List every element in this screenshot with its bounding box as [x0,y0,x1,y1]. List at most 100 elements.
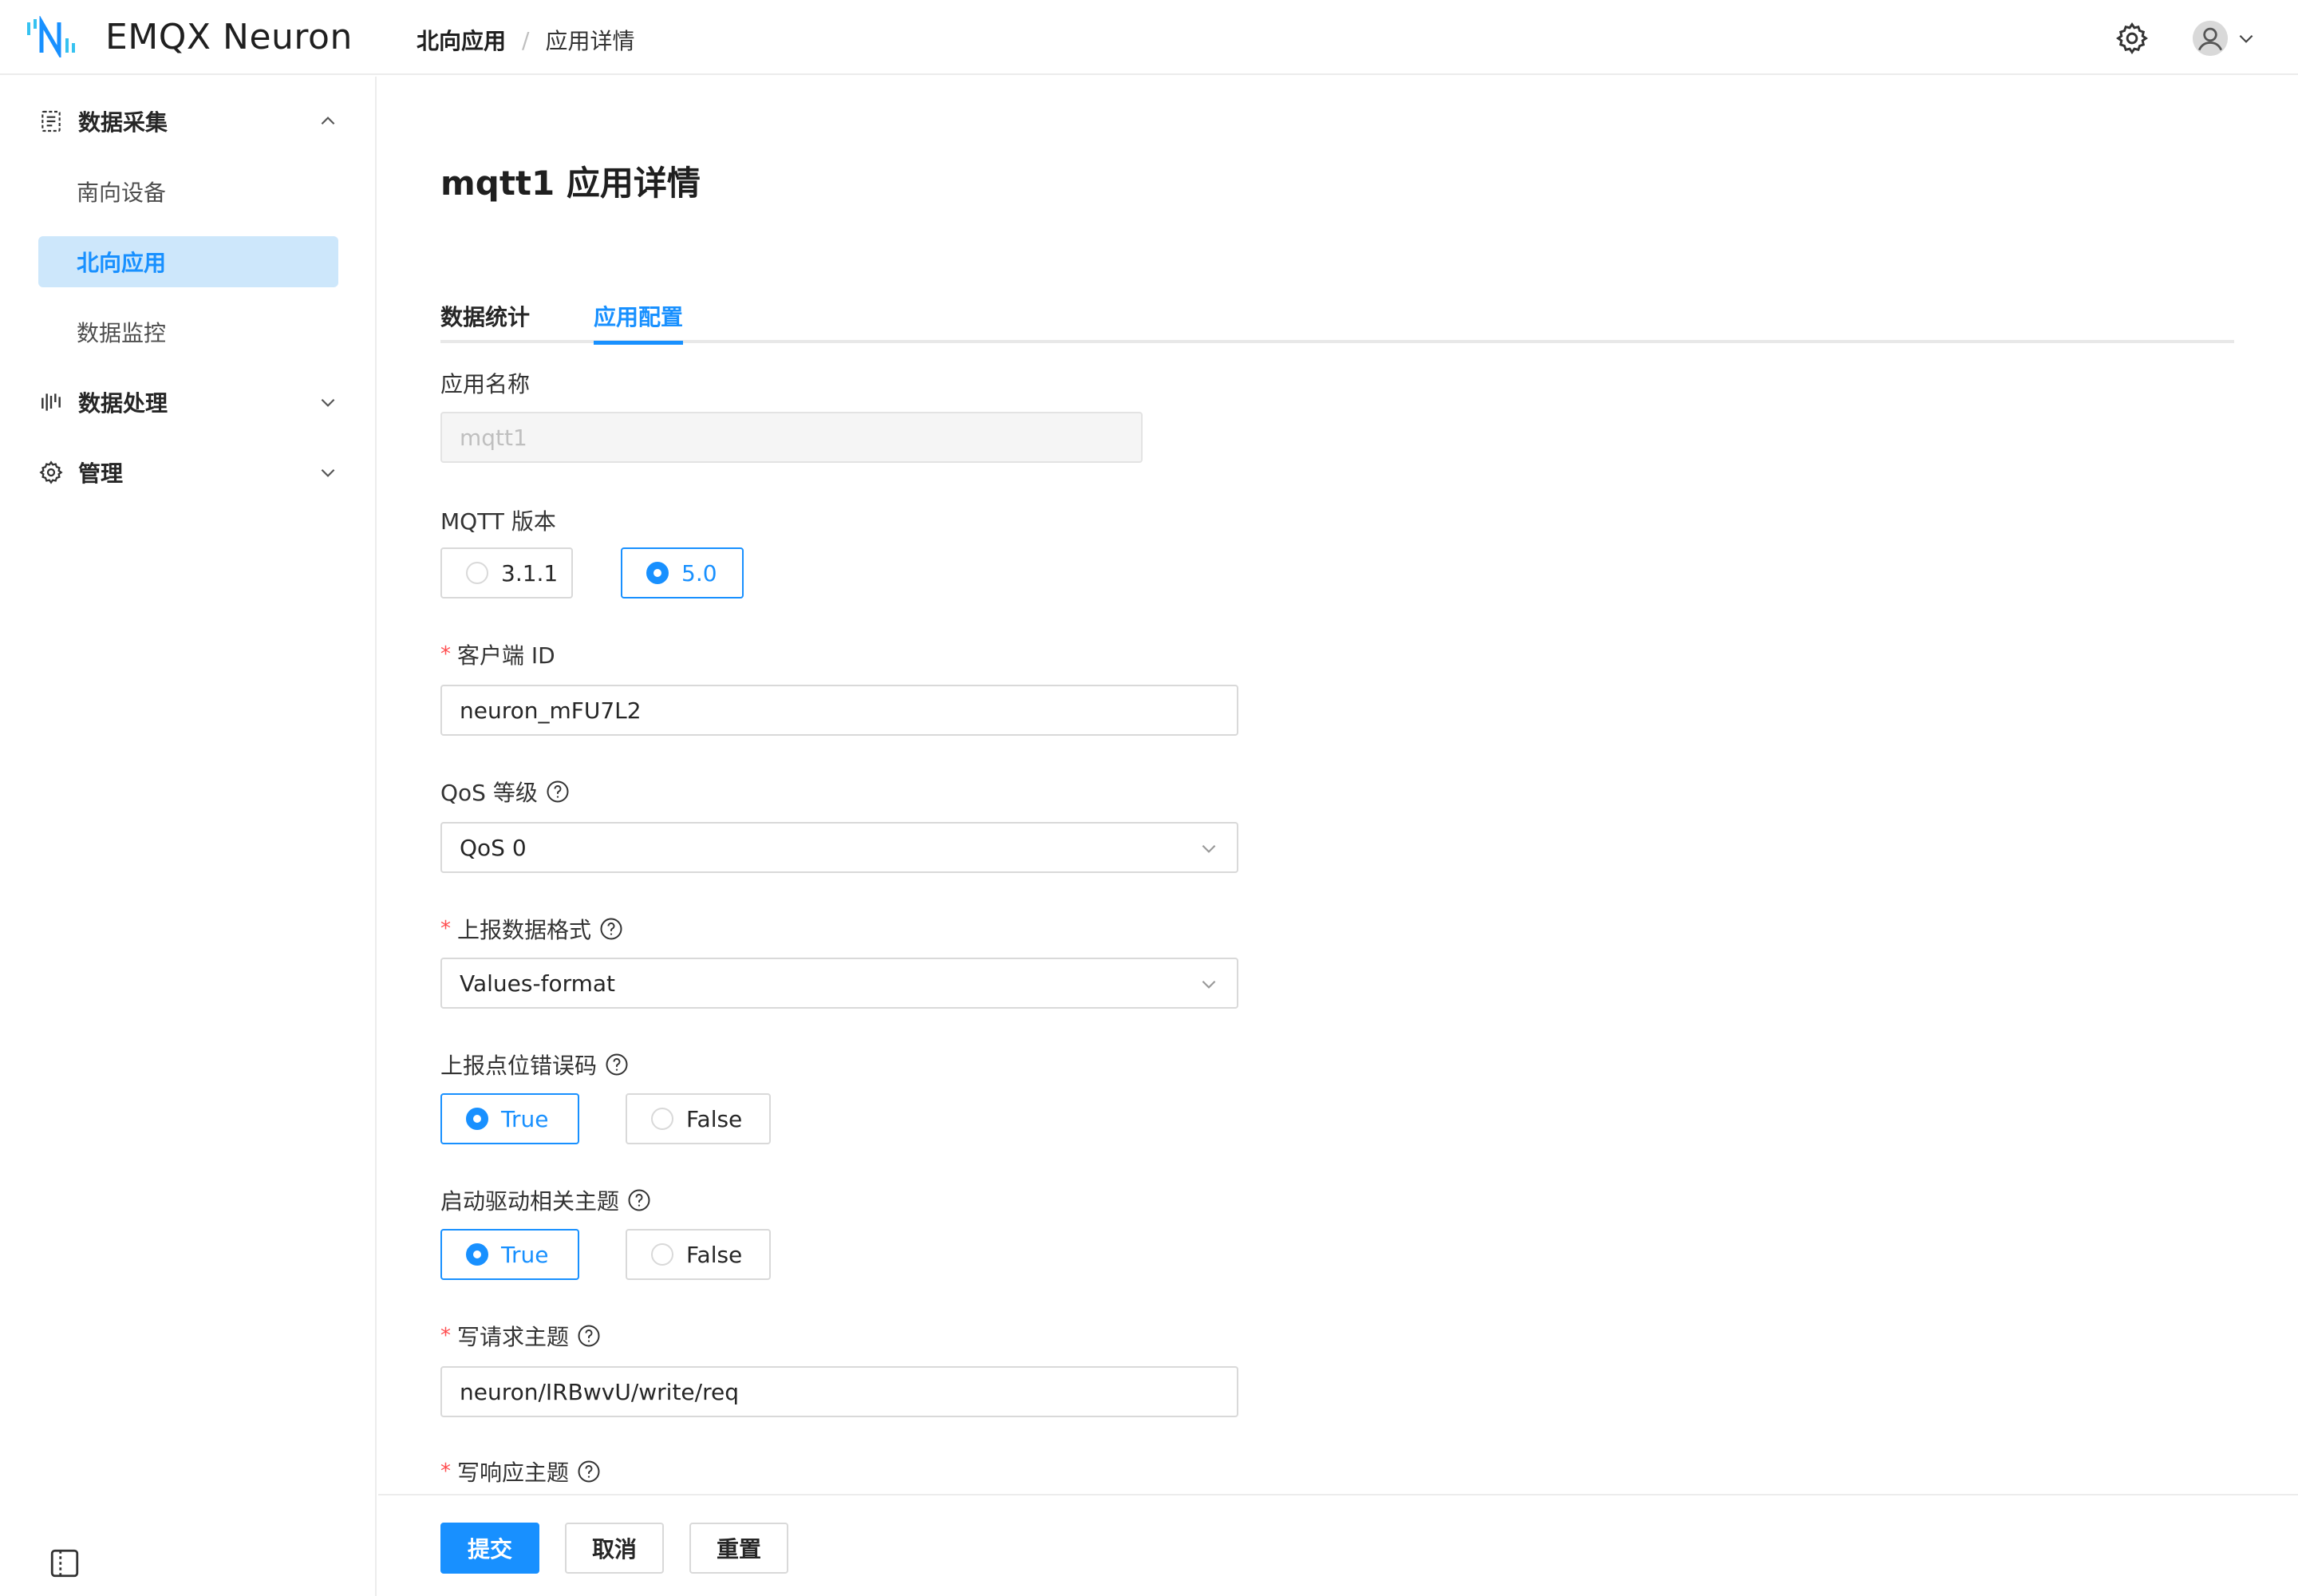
mqtt-version-radio-311[interactable]: 3.1.1 [440,547,573,598]
radio-label: 3.1.1 [501,559,559,587]
sidebar-item-south-devices[interactable]: 南向设备 [38,166,338,217]
breadcrumb-current: 应用详情 [545,28,635,54]
mqtt-version-label-text: MQTT 版本 [440,508,556,535]
sidebar-item-label: 数据监控 [77,320,167,346]
brand-logo[interactable]: EMQX Neuron [26,14,353,59]
report-error-code-radio-false[interactable]: False [626,1093,771,1144]
help-circle-icon[interactable] [627,1188,651,1212]
user-avatar-icon [2193,21,2228,56]
client-id-label-text: 客户端 ID [457,642,555,669]
driver-topics-radio-false[interactable]: False [626,1229,771,1280]
write-req-topic-value: neuron/IRBwvU/write/req [460,1378,739,1405]
app-name-input: mqtt1 [440,412,1143,463]
radio-checked-icon [646,562,669,584]
main-content: mqtt1 应用详情 数据统计 应用配置 应用名称 mqtt1 MQTT 版本 … [378,77,2298,1596]
chevron-down-icon [321,398,335,407]
write-req-topic-label: * 写请求主题 [440,1320,601,1352]
neuron-logo-icon [27,16,75,57]
data-processing-icon [41,393,61,411]
cancel-button[interactable]: 取消 [565,1523,664,1574]
report-error-code-label-text: 上报点位错误码 [440,1053,598,1079]
required-mark: * [440,1460,451,1483]
qos-value: QoS 0 [460,834,527,861]
client-id-input[interactable]: neuron_mFU7L2 [440,685,1238,736]
report-format-label: * 上报数据格式 [440,913,623,945]
form-footer: 提交 取消 重置 [378,1494,2298,1596]
qos-select[interactable]: QoS 0 [440,822,1238,873]
help-circle-icon[interactable] [577,1460,601,1483]
radio-label: 5.0 [681,559,717,587]
sidebar-group-label: 数据处理 [78,390,168,417]
chevron-down-icon [1202,844,1216,853]
top-header: EMQX Neuron 北向应用 / 应用详情 [0,0,2298,75]
mqtt-version-label: MQTT 版本 [440,504,556,536]
required-mark: * [440,917,451,941]
write-req-topic-label-text: 写请求主题 [457,1324,570,1350]
radio-label: True [501,1105,549,1132]
sidebar-group-data-collection[interactable]: 数据采集 [38,96,338,147]
data-collection-icon [41,110,61,132]
breadcrumb-parent[interactable]: 北向应用 [417,24,506,56]
app-name-label-text: 应用名称 [440,371,531,397]
reset-button[interactable]: 重置 [689,1523,788,1574]
radio-checked-icon [466,1243,488,1266]
required-mark: * [440,642,451,666]
tab-data-statistics[interactable]: 数据统计 [440,300,530,345]
submit-button[interactable]: 提交 [440,1523,539,1574]
qos-label-text: QoS 等级 [440,780,538,806]
sidebar-item-north-apps[interactable]: 北向应用 [38,236,338,287]
sidebar-item-label: 南向设备 [77,180,167,206]
write-req-topic-input[interactable]: neuron/IRBwvU/write/req [440,1366,1238,1417]
radio-label: False [686,1105,743,1132]
write-resp-topic-label: * 写响应主题 [440,1456,601,1487]
required-mark: * [440,1324,451,1348]
sidebar-group-data-processing[interactable]: 数据处理 [38,377,338,428]
chevron-down-icon [2239,34,2253,43]
radio-unchecked-icon [651,1243,673,1266]
chevron-up-icon [321,117,335,125]
help-circle-icon[interactable] [546,780,570,804]
chevron-down-icon [1202,980,1216,989]
help-circle-icon[interactable] [605,1053,629,1077]
driver-topics-radio-true[interactable]: True [440,1229,579,1280]
page-title: mqtt1 应用详情 [440,164,701,203]
report-format-label-text: 上报数据格式 [457,917,592,943]
radio-label: False [686,1241,743,1268]
settings-gear-icon[interactable] [2114,21,2150,56]
breadcrumb-separator: / [522,26,530,53]
chevron-down-icon [321,468,335,477]
sidebar-group-label: 数据采集 [78,109,168,136]
app-name-label: 应用名称 [440,367,530,399]
client-id-value: neuron_mFU7L2 [460,697,642,724]
breadcrumb: 北向应用 / 应用详情 [417,24,634,56]
radio-label: True [501,1241,549,1268]
report-error-code-radio-true[interactable]: True [440,1093,579,1144]
avatar[interactable] [2193,21,2228,56]
user-menu[interactable] [2193,21,2257,56]
driver-topics-label: 启动驱动相关主题 [440,1184,651,1216]
report-format-value: Values-format [460,970,616,997]
mqtt-version-radio-50[interactable]: 5.0 [621,547,744,598]
sidebar-collapse-icon[interactable] [48,1547,81,1580]
sidebar-group-management[interactable]: 管理 [38,447,338,498]
report-error-code-label: 上报点位错误码 [440,1049,629,1080]
sidebar-item-data-monitoring[interactable]: 数据监控 [38,306,338,358]
radio-unchecked-icon [651,1108,673,1130]
sidebar-item-label: 北向应用 [77,250,167,276]
tab-app-config[interactable]: 应用配置 [594,300,684,345]
report-format-select[interactable]: Values-format [440,958,1238,1009]
client-id-label: * 客户端 ID [440,638,555,670]
tab-bar: 数据统计 应用配置 [440,294,2234,345]
sidebar: 数据采集 南向设备 北向应用 数据监控 数据处理 管理 [0,77,377,1596]
sidebar-group-label: 管理 [78,460,124,487]
gear-icon [39,460,63,484]
help-circle-icon[interactable] [599,917,623,941]
driver-topics-label-text: 启动驱动相关主题 [440,1188,620,1215]
radio-checked-icon [466,1108,488,1130]
app-name-value: mqtt1 [460,424,527,451]
radio-unchecked-icon [466,562,488,584]
write-resp-topic-label-text: 写响应主题 [457,1460,570,1486]
qos-label: QoS 等级 [440,776,570,808]
brand-name: EMQX Neuron [105,16,353,57]
help-circle-icon[interactable] [577,1324,601,1348]
